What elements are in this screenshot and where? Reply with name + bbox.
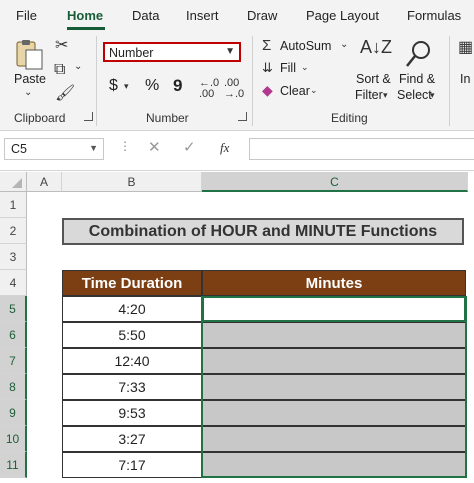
duration-cell[interactable]: 9:53 [62,400,202,426]
editing-group-label: Editing [331,111,368,125]
autosum-dropdown-icon[interactable]: ⌄ [340,40,348,50]
duration-cell[interactable]: 7:17 [62,452,202,478]
find-select-icon[interactable] [403,38,435,70]
fill-icon[interactable]: ⇊ [262,61,273,74]
header-time-duration[interactable]: Time Duration [62,270,202,296]
paste-label: Paste [14,72,46,86]
row-header-3[interactable]: 3 [0,244,27,270]
formula-input[interactable] [249,138,474,160]
sort-filter-label-2[interactable]: Filter [355,88,383,102]
copy-icon[interactable]: ⧉ [54,62,65,78]
row-header-2[interactable]: 2 [0,218,27,244]
clipboard-launcher-icon[interactable] [84,112,93,121]
paste-icon [16,40,43,70]
number-format-value: Number [109,46,154,60]
autosum-button[interactable]: AutoSum [280,39,331,53]
insert-partial-label[interactable]: In [460,72,470,86]
insert-function-icon[interactable]: fx [220,141,229,154]
clear-button[interactable]: Clear [280,84,310,98]
duration-cell[interactable]: 3:27 [62,426,202,452]
column-header-a[interactable]: A [27,172,62,192]
currency-dropdown-icon[interactable]: ▾ [124,82,129,91]
fill-dropdown-icon[interactable]: ⌄ [301,63,309,72]
cut-icon[interactable]: ✂ [55,38,68,54]
tab-draw[interactable]: Draw [247,8,277,23]
clear-dropdown-icon[interactable]: ⌄ [310,86,318,95]
find-dropdown-icon[interactable]: ▾ [430,91,435,100]
row-header-7[interactable]: 7 [0,348,27,374]
duration-cell[interactable]: 4:20 [62,296,202,322]
increase-decimal-icon[interactable]: ←.0.00 [199,78,219,100]
ribbon-separator [252,36,253,126]
number-group-label: Number [146,111,189,125]
name-box[interactable]: C5 ▼ [4,138,104,160]
tab-insert[interactable]: Insert [186,8,219,23]
ribbon-separator [96,36,97,126]
eraser-icon[interactable]: ◆ [262,83,273,97]
clipboard-group-label: Clipboard [14,111,66,125]
row-header-11[interactable]: 11 [0,452,27,478]
duration-cell[interactable]: 12:40 [62,348,202,374]
cancel-icon[interactable]: ✕ [148,140,161,155]
column-header-b[interactable]: B [62,172,202,192]
percent-format-button[interactable]: % [145,77,159,95]
number-format-select[interactable]: Number ▼ [103,42,241,62]
tab-file[interactable]: File [16,8,37,23]
tab-home[interactable]: Home [67,8,103,23]
selection-range-outline [201,296,467,478]
sort-dropdown-icon[interactable]: ▾ [383,91,388,100]
sheet-title-cell[interactable]: Combination of HOUR and MINUTE Functions [62,218,464,245]
select-all-corner[interactable] [0,172,27,192]
enter-icon[interactable]: ✓ [183,140,196,155]
select-all-icon [12,178,22,188]
tab-page-layout[interactable]: Page Layout [306,8,379,23]
tab-formulas[interactable]: Formulas [407,8,461,23]
duration-cell[interactable]: 5:50 [62,322,202,348]
chevron-down-icon: ▼ [89,143,98,153]
currency-format-button[interactable]: $ [109,77,118,95]
paste-button[interactable] [12,38,46,72]
row-header-9[interactable]: 9 [0,400,27,426]
row-header-10[interactable]: 10 [0,426,27,452]
fill-button[interactable]: Fill [280,61,296,75]
duration-cell[interactable]: 7:33 [62,374,202,400]
row-header-8[interactable]: 8 [0,374,27,400]
row-header-6[interactable]: 6 [0,322,27,348]
tab-data[interactable]: Data [132,8,159,23]
row-header-4[interactable]: 4 [0,270,27,296]
menu-bar: File Home Data Insert Draw Page Layout F… [0,0,474,30]
insert-icon[interactable]: ▦ [458,40,473,56]
format-painter-icon[interactable]: 🖌 [55,86,75,102]
more-options-icon[interactable]: ⋮ [119,140,131,152]
row-header-5[interactable]: 5 [0,296,27,322]
header-minutes[interactable]: Minutes [202,270,466,296]
sort-filter-icon[interactable]: A↓Z [360,38,392,56]
row-header-1[interactable]: 1 [0,192,27,218]
copy-dropdown-icon[interactable]: ⌄ [74,62,82,72]
find-select-label-2[interactable]: Select [397,88,432,102]
ribbon-separator [449,36,450,126]
name-box-value: C5 [11,142,27,156]
comma-style-button[interactable]: 9 [173,76,182,96]
decrease-decimal-icon[interactable]: .00 →.0 [224,78,244,100]
chevron-down-icon: ▼ [225,46,235,57]
paste-dropdown-icon[interactable]: ⌄ [24,88,32,98]
autosum-icon[interactable]: Σ [262,38,271,53]
magnifier-icon [406,41,430,67]
sort-filter-label-1[interactable]: Sort & [356,72,391,86]
number-launcher-icon[interactable] [238,112,247,121]
column-header-c[interactable]: C [202,172,468,192]
find-select-label-1[interactable]: Find & [399,72,435,86]
